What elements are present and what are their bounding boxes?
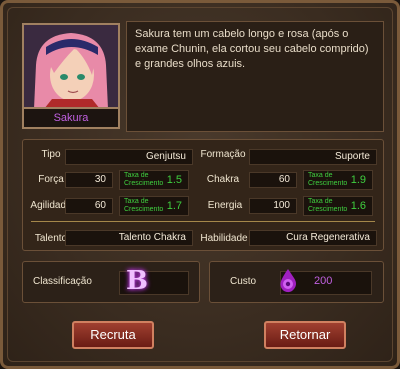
energia-value: 100 [249, 198, 297, 214]
cost-value: 200 [314, 275, 333, 287]
cost-label: Custo [230, 276, 257, 287]
character-name: Sakura [22, 107, 120, 129]
character-description: Sakura tem um cabelo longo e rosa (após … [126, 21, 384, 132]
talento-value: Talento Chakra [65, 230, 193, 246]
rank-value: B [126, 266, 148, 296]
chakra-growth-value: 1.9 [350, 174, 366, 186]
energia-growth-label: Taxa de Crescimento [308, 198, 348, 213]
forca-value: 30 [65, 172, 113, 188]
stats-divider [31, 221, 375, 222]
back-button[interactable]: Retornar [264, 321, 346, 349]
chakra-orb-icon [280, 269, 296, 293]
agilidade-growth-value: 1.7 [166, 200, 182, 212]
character-info-panel: Sakura Sakura tem um cabelo longo e rosa… [0, 0, 400, 369]
rank-box: Classificação B [22, 261, 200, 303]
agilidade-value: 60 [65, 198, 113, 214]
rank-label: Classificação [33, 276, 92, 287]
chakra-label: Chakra [206, 174, 240, 185]
chakra-growth-label: Taxa de Crescimento [308, 172, 348, 187]
tipo-value: Genjutsu [65, 149, 193, 165]
energia-growth: Taxa de Crescimento 1.6 [303, 196, 373, 216]
sakura-avatar-icon [24, 25, 118, 109]
cost-box: Custo 200 [209, 261, 384, 303]
forca-growth: Taxa de Crescimento 1.5 [119, 170, 189, 190]
recruit-button[interactable]: Recruta [72, 321, 154, 349]
agilidade-growth-label: Taxa de Crescimento [124, 198, 164, 213]
agilidade-growth: Taxa de Crescimento 1.7 [119, 196, 189, 216]
habilidade-label: Habilidade [200, 233, 248, 244]
habilidade-value: Cura Regenerativa [249, 230, 377, 246]
energia-label: Energia [207, 200, 243, 211]
forca-growth-label: Taxa de Crescimento [124, 172, 164, 187]
chakra-growth: Taxa de Crescimento 1.9 [303, 170, 373, 190]
chakra-value: 60 [249, 172, 297, 188]
energia-growth-value: 1.6 [350, 200, 366, 212]
formacao-value: Suporte [249, 149, 377, 165]
formacao-label: Formação [200, 149, 246, 160]
forca-growth-value: 1.5 [166, 174, 182, 186]
stats-panel: Tipo Genjutsu Formação Suporte Força 30 … [22, 139, 384, 251]
